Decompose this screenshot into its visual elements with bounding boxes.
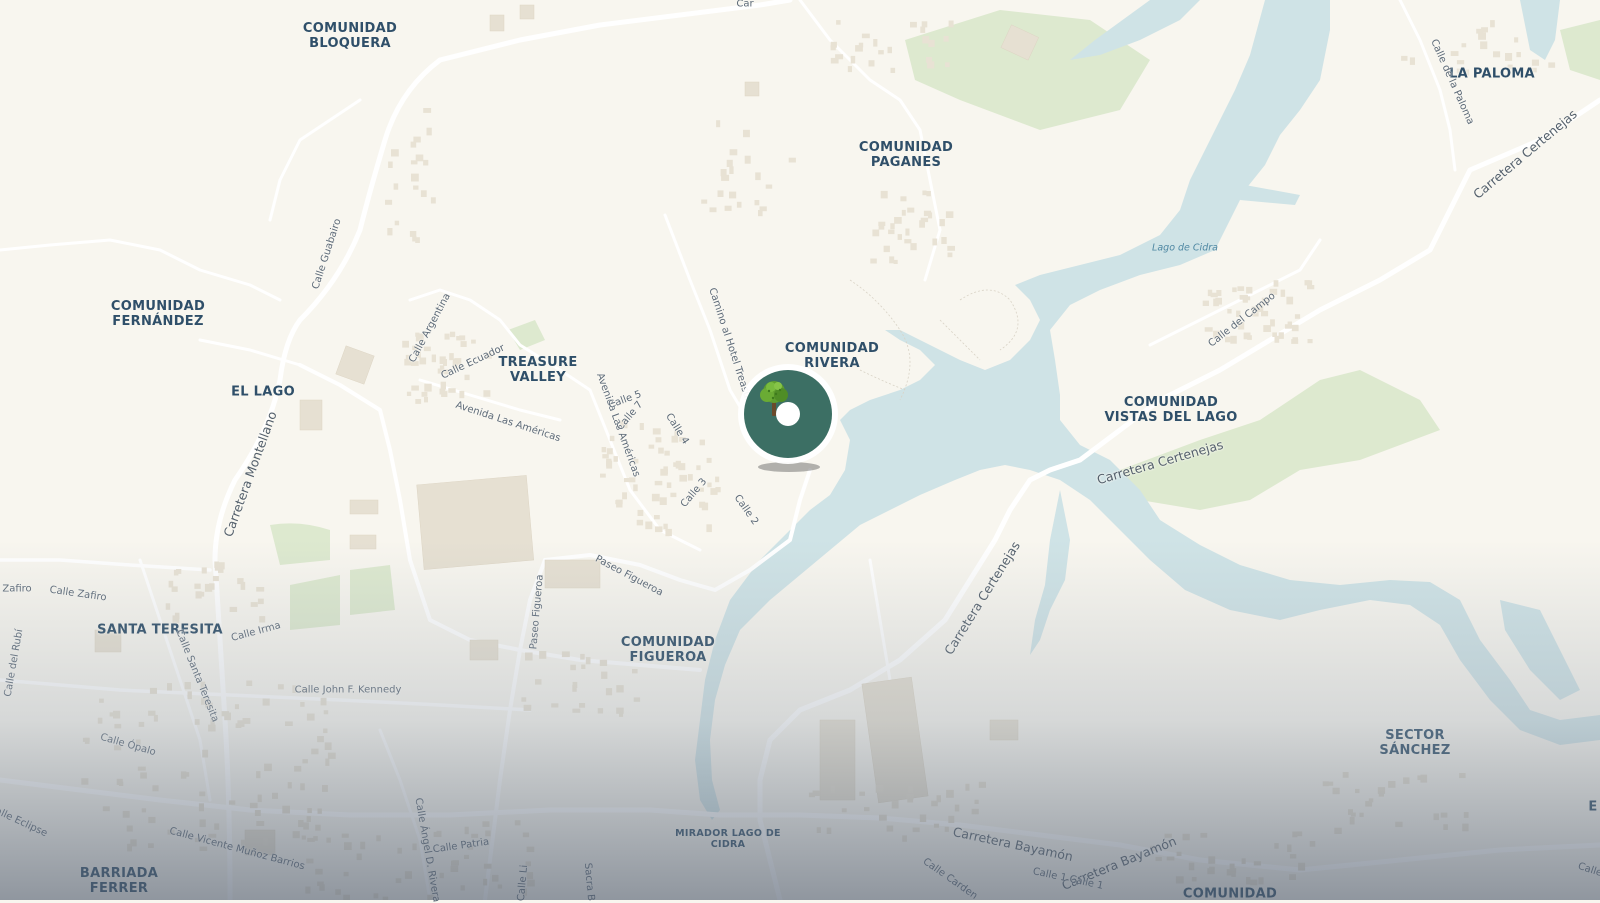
place-label-comunidad-bloquera: COMUNIDAD BLOQUERA <box>302 21 398 51</box>
place-label-comunidad-bottom: COMUNIDAD <box>1182 886 1278 902</box>
location-marker[interactable] <box>738 364 844 472</box>
place-label-comunidad-vistas-del-lago: COMUNIDAD VISTAS DEL LAGO <box>1104 395 1238 425</box>
place-label-santa-teresita: SANTA TERESITA <box>97 622 223 638</box>
street-label: Calle John F. Kennedy <box>294 684 402 696</box>
place-label-comunidad-paganes: COMUNIDAD PAGANES <box>858 140 954 170</box>
street-label: Car <box>736 0 754 10</box>
place-label-treasure-valley: TREASURE VALLEY <box>498 355 578 385</box>
tree-icon <box>760 381 788 416</box>
street-label: Zafiro <box>2 583 32 595</box>
place-label-sector-sanchez: SECTOR SÁNCHEZ <box>1379 728 1451 758</box>
place-label-mirador-lago-de-cidra: MIRADOR LAGO DE CIDRA <box>675 828 781 850</box>
place-label-comunidad-fernandez: COMUNIDAD FERNÁNDEZ <box>110 299 206 329</box>
place-label-la-paloma: LA PALOMA <box>1449 66 1535 82</box>
place-label-barriada-ferrer: BARRIADA FERRER <box>79 866 159 896</box>
place-label-comunidad-figueroa: COMUNIDAD FIGUEROA <box>620 635 716 665</box>
place-label-el-lago: EL LAGO <box>231 384 295 400</box>
place-label-edge-e: E <box>1588 799 1598 815</box>
water-label-lago-de-cidra: Lago de Cidra <box>1152 242 1218 254</box>
